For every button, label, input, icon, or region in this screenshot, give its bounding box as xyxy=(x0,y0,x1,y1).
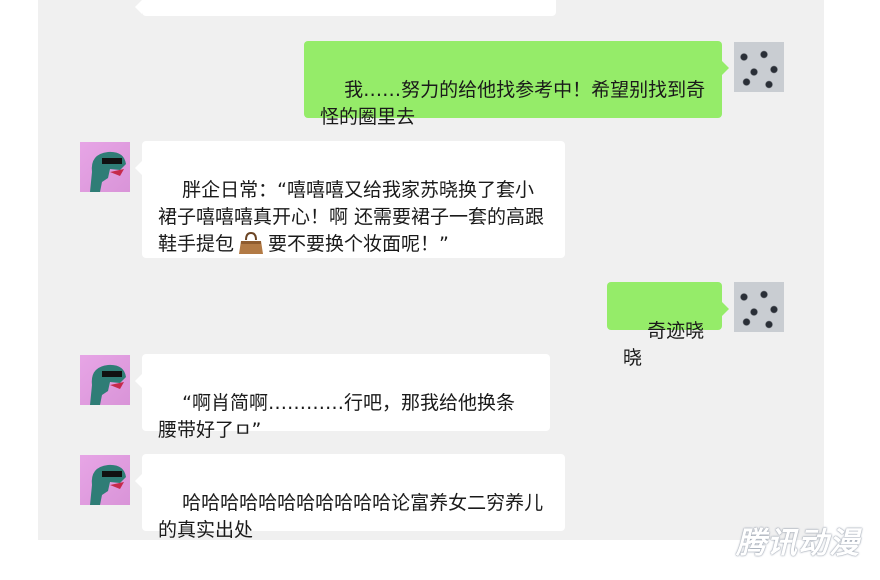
message-text-continued: 要不要换个妆面呢！” xyxy=(268,233,449,255)
outgoing-message-bubble[interactable]: 奇迹晓晓 xyxy=(607,282,729,369)
handbag-icon xyxy=(238,231,264,255)
incoming-message-bubble[interactable]: 哈哈哈哈哈哈哈哈哈哈哈论富养女二穷养儿的真实出处 xyxy=(135,454,565,540)
contact-avatar[interactable] xyxy=(80,142,130,192)
dinosaur-avatar-icon xyxy=(90,464,126,505)
incoming-message-bubble[interactable]: “啊肖简啊…………行吧，那我给他换条腰带好了ㅁ” xyxy=(135,354,550,441)
self-avatar[interactable] xyxy=(734,282,784,332)
message-text: “啊肖简啊…………行吧，那我给他换条腰带好了ㅁ” xyxy=(158,392,516,441)
message-text: 我……努力的给他找参考中！希望别找到奇怪的圈里去 xyxy=(320,79,706,128)
dinosaur-avatar-icon xyxy=(90,364,126,405)
message-text: 奇迹晓晓 xyxy=(623,320,705,369)
chat-area: 我……努力的给他找参考中！希望别找到奇怪的圈里去 胖企日常：“嘻嘻嘻又给我家苏晓… xyxy=(38,0,824,540)
contact-avatar[interactable] xyxy=(80,355,130,405)
self-avatar[interactable] xyxy=(734,42,784,92)
message-text: 哈哈哈哈哈哈哈哈哈哈哈论富养女二穷养儿的真实出处 xyxy=(158,492,544,540)
dinosaur-avatar-icon xyxy=(90,151,126,192)
contact-avatar[interactable] xyxy=(80,455,130,505)
previous-message-bubble xyxy=(135,0,556,16)
outgoing-message-bubble[interactable]: 我……努力的给他找参考中！希望别找到奇怪的圈里去 xyxy=(304,41,729,128)
incoming-message-bubble[interactable]: 胖企日常：“嘻嘻嘻又给我家苏晓换了套小裙子嘻嘻嘻真开心！啊 还需要裙子一套的高跟… xyxy=(135,141,565,258)
watermark-logo: 腾讯动漫 xyxy=(736,526,860,561)
